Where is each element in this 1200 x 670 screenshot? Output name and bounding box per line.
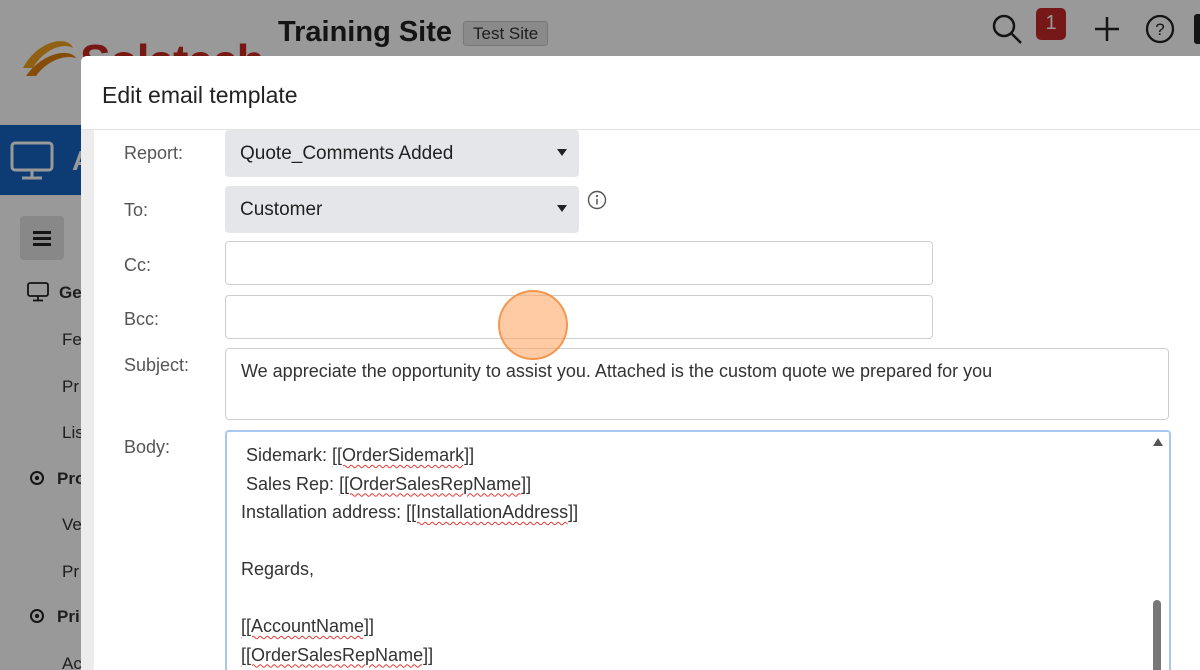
chevron-down-icon: [557, 205, 567, 212]
report-select[interactable]: Quote_Comments Added: [225, 130, 579, 177]
to-select[interactable]: Customer: [225, 186, 579, 233]
body-merge-field: [[OrderSidemark]]: [332, 445, 475, 465]
bcc-input[interactable]: [225, 295, 933, 339]
body-line: [241, 527, 1141, 556]
body-content: Sidemark: [[OrderSidemark]] Sales Rep: […: [241, 441, 1141, 669]
chevron-down-icon: [557, 149, 567, 156]
report-select-value: Quote_Comments Added: [240, 143, 454, 164]
modal-title: Edit email template: [102, 82, 298, 108]
body-line: [241, 584, 1141, 613]
body-scrollbar[interactable]: [1151, 432, 1169, 670]
info-icon[interactable]: [587, 190, 607, 210]
bcc-label: Bcc:: [124, 309, 160, 329]
to-select-value: Customer: [240, 199, 323, 220]
body-merge-field: [[AccountName]]: [241, 616, 375, 636]
subject-textarea[interactable]: We appreciate the opportunity to assist …: [225, 348, 1169, 420]
body-line: [[OrderSalesRepName]]: [241, 641, 1141, 670]
body-line: Sales Rep: [[OrderSalesRepName]]: [241, 470, 1141, 499]
body-line-text: Installation address:: [241, 502, 407, 522]
body-line: Installation address: [[InstallationAddr…: [241, 498, 1141, 527]
edit-email-template-modal: Edit email template Report: Quote_Commen…: [81, 56, 1200, 670]
subject-label: Subject:: [124, 355, 190, 375]
report-label: Report:: [124, 143, 184, 163]
cc-label: Cc:: [124, 255, 151, 275]
body-line-text: Sales Rep:: [241, 473, 340, 494]
body-line-text: Sidemark:: [241, 445, 333, 465]
body-line: Sidemark: [[OrderSidemark]]: [241, 441, 1141, 470]
modal-form: Report: Quote_Comments Added To: Custome…: [81, 130, 1200, 670]
to-label: To:: [124, 200, 149, 220]
body-merge-field: [[InstallationAddress]]: [406, 502, 579, 522]
click-indicator: [498, 290, 568, 360]
cc-input[interactable]: [225, 241, 933, 285]
body-label: Body:: [124, 437, 171, 457]
scroll-up-icon[interactable]: [1153, 438, 1163, 446]
body-merge-field: [[OrderSalesRepName]]: [339, 473, 532, 494]
body-line: [[AccountName]]: [241, 612, 1141, 641]
body-line: Regards,: [241, 555, 1141, 584]
body-line-text: Regards,: [241, 559, 315, 579]
body-editor[interactable]: ​ Sidemark: [[OrderSidemark]] Sales Rep:…: [225, 430, 1171, 670]
scroll-thumb[interactable]: [1153, 600, 1161, 670]
body-merge-field: [[OrderSalesRepName]]: [241, 644, 434, 665]
modal-header: Edit email template: [81, 56, 1200, 130]
